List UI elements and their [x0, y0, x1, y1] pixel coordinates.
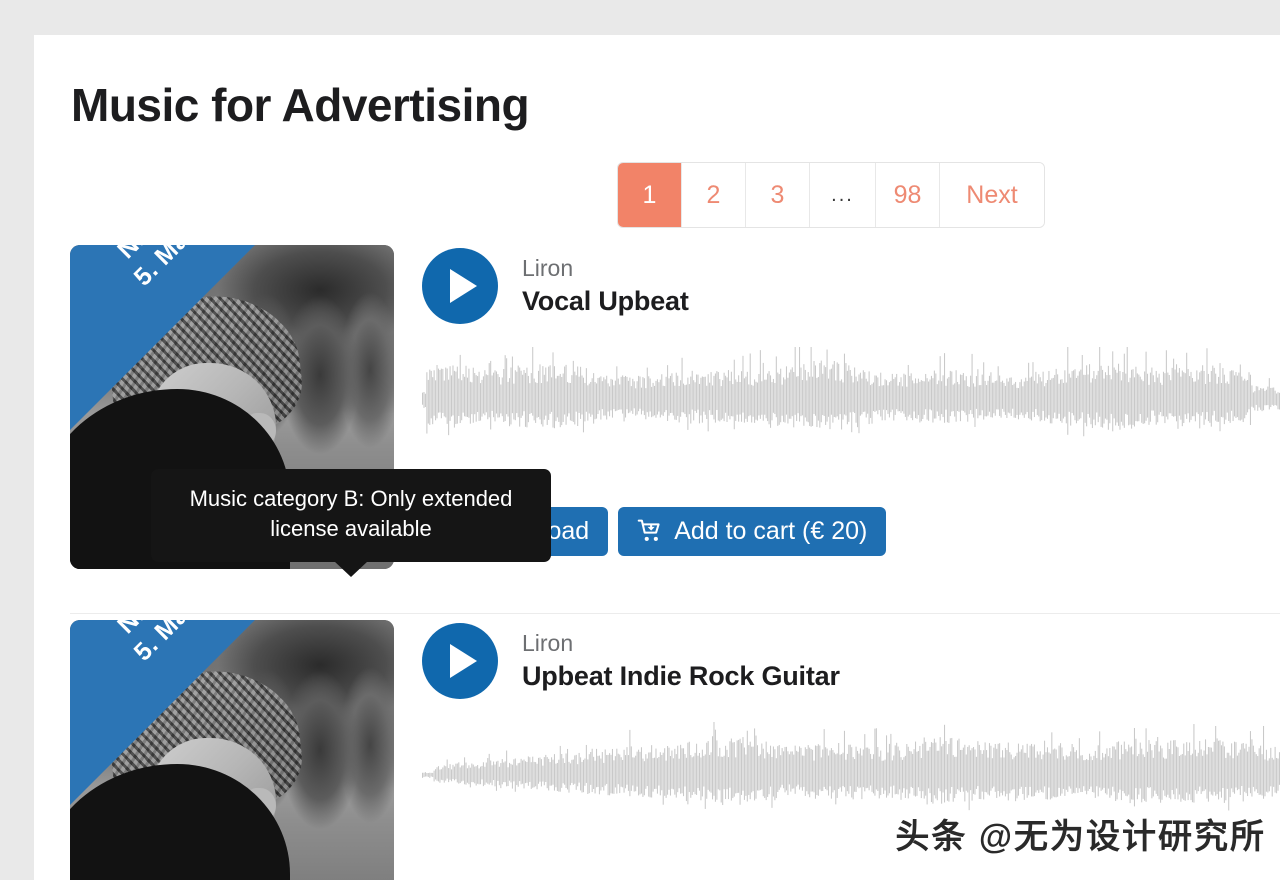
play-button[interactable]	[422, 623, 498, 699]
track-header: Liron Upbeat Indie Rock Guitar	[422, 623, 840, 699]
play-icon	[450, 644, 477, 678]
track-header: Liron Vocal Upbeat	[422, 248, 689, 324]
pagination-page-2[interactable]: 2	[682, 163, 746, 227]
track-title: Vocal Upbeat	[522, 286, 689, 317]
watermark: 头条 @无为设计研究所	[895, 818, 1266, 856]
play-button[interactable]	[422, 248, 498, 324]
page-title: Music for Advertising	[71, 79, 530, 131]
cart-plus-icon	[637, 519, 660, 541]
tooltip-arrow-icon	[334, 560, 368, 577]
pagination-page-98[interactable]: 98	[876, 163, 940, 227]
category-tooltip-text: Music category B: Only extended license …	[189, 486, 513, 542]
pagination-next[interactable]: Next	[940, 163, 1044, 227]
waveform[interactable]	[422, 347, 1280, 453]
pagination[interactable]: 1 2 3 ... 98 Next	[617, 162, 1045, 228]
waveform-graphic	[422, 347, 1280, 437]
track-title: Upbeat Indie Rock Guitar	[522, 661, 840, 692]
track-meta: Liron Vocal Upbeat	[522, 255, 689, 317]
album-art[interactable]: NEW 5. Mar	[70, 620, 394, 880]
track-meta: Liron Upbeat Indie Rock Guitar	[522, 630, 840, 692]
pagination-ellipsis: ...	[810, 163, 876, 227]
content-panel: Music for Advertising 1 2 3 ... 98 Next	[34, 35, 1280, 880]
play-icon	[450, 269, 477, 303]
pagination-page-1[interactable]: 1	[618, 163, 682, 227]
pagination-page-3[interactable]: 3	[746, 163, 810, 227]
page-root: Music for Advertising 1 2 3 ... 98 Next	[0, 0, 1280, 880]
track-artist: Liron	[522, 629, 574, 656]
add-to-cart-button-label: Add to cart (€ 20)	[674, 516, 868, 545]
add-to-cart-button[interactable]: Add to cart (€ 20)	[618, 507, 887, 556]
category-tooltip: Music category B: Only extended license …	[151, 469, 551, 577]
track-divider	[70, 613, 1280, 614]
track-artist: Liron	[522, 254, 574, 281]
